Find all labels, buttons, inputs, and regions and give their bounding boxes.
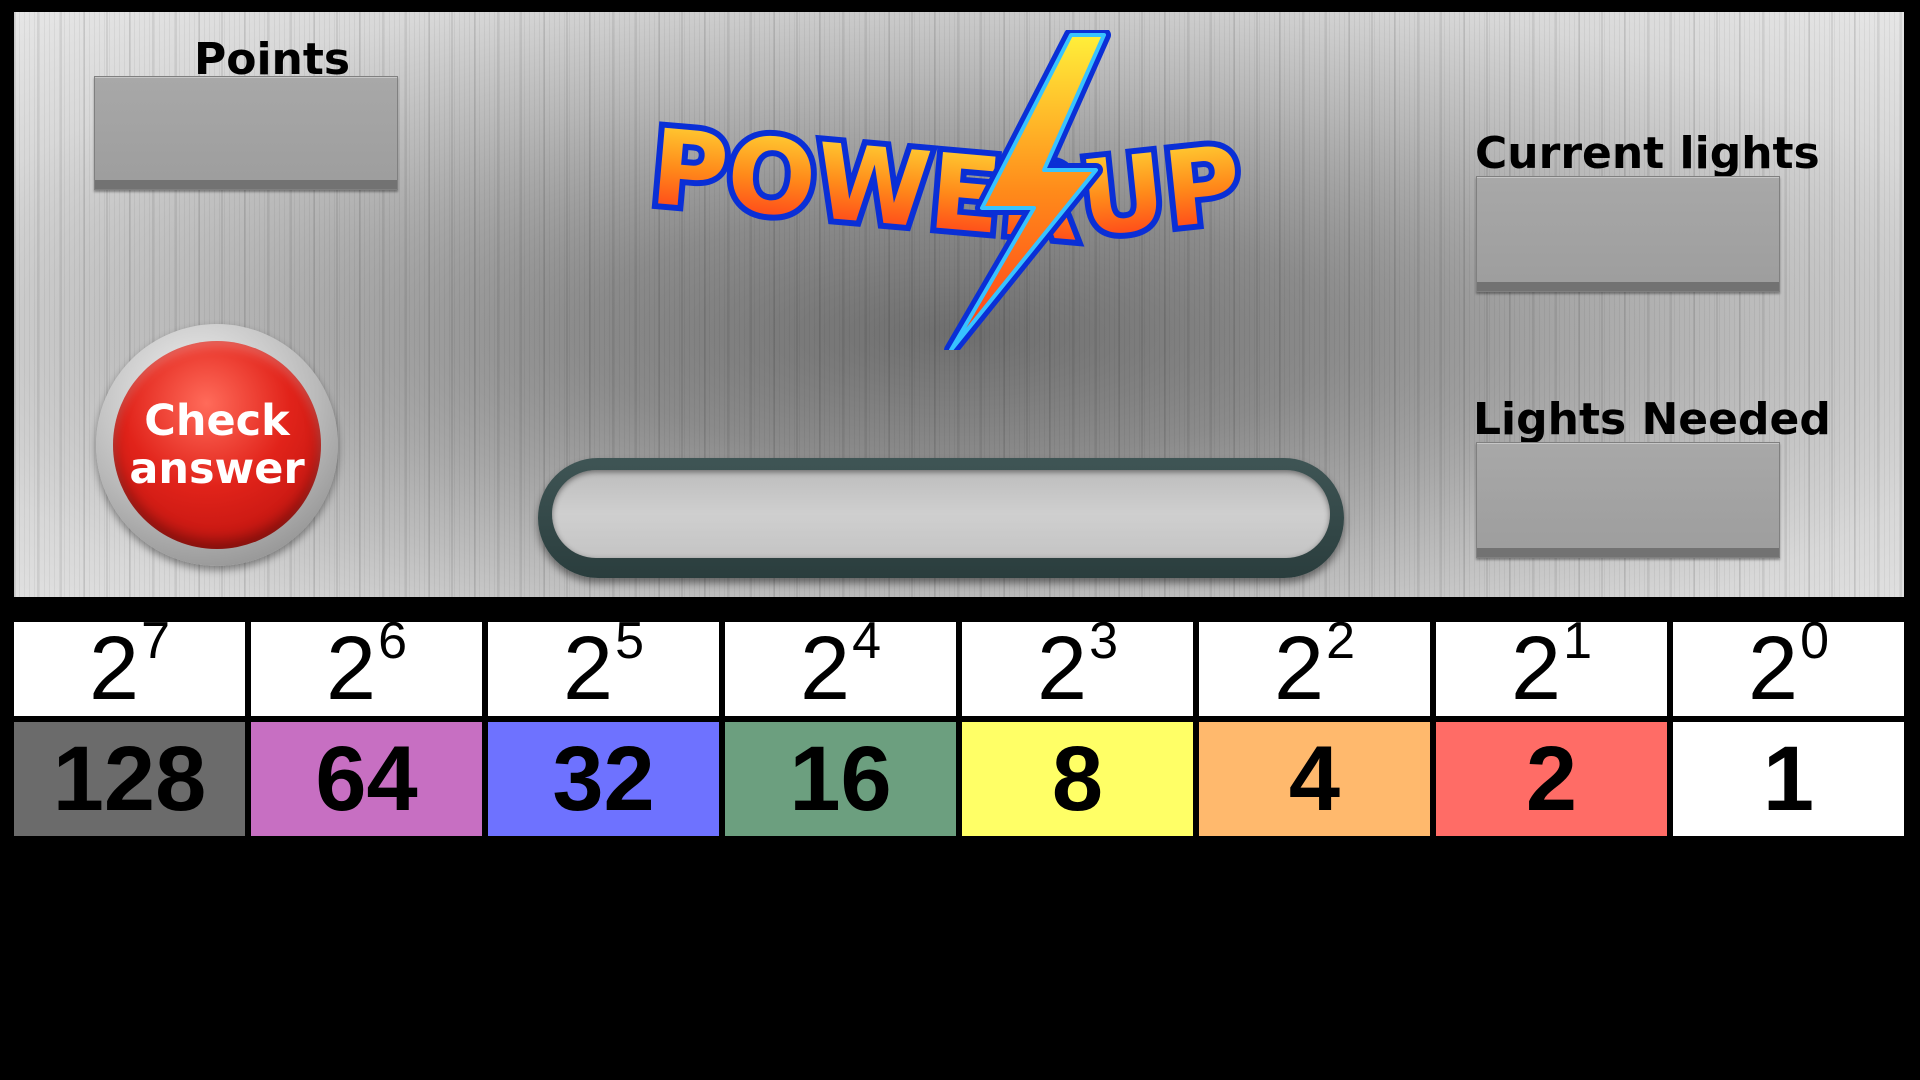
power-base: 2 — [1037, 618, 1088, 719]
place-value-cell[interactable]: 16 — [725, 722, 956, 836]
answer-slot-window — [552, 470, 1330, 558]
binary-column: 2 4 16 — [725, 612, 956, 840]
power-of-two-cell: 22 — [1199, 612, 1430, 719]
power-of-two-cell: 21 — [1436, 612, 1667, 719]
place-value-cell[interactable]: 128 — [14, 722, 245, 836]
power-exponent: 1 — [1563, 612, 1592, 670]
power-exponent: 6 — [378, 612, 407, 670]
logo-text-up: UP — [1074, 122, 1247, 260]
binary-place-value-table: 2 7 128 2 6 64 2 5 32 2 4 16 2 3 8 2 2 4 2 1 2 2 0 1 — [14, 612, 1904, 840]
power-exponent: 2 — [1326, 612, 1355, 670]
power-of-two-cell: 20 — [1673, 612, 1904, 719]
power-base: 2 — [563, 618, 614, 719]
power-of-two-cell: 26 — [251, 612, 482, 719]
power-of-two-cell: 25 — [488, 612, 719, 719]
binary-column: 2 5 32 — [488, 612, 719, 840]
check-answer-label-line2: answer — [129, 444, 305, 494]
place-value-cell[interactable]: 64 — [251, 722, 482, 836]
check-answer-button[interactable]: Check answer — [96, 324, 338, 566]
power-base: 2 — [326, 618, 377, 719]
place-value-cell[interactable]: 4 — [1199, 722, 1430, 836]
power-of-two-cell: 23 — [962, 612, 1193, 719]
points-display — [94, 76, 398, 190]
binary-column: 224 — [1199, 612, 1430, 840]
place-value-cell[interactable]: 1 — [1673, 722, 1904, 836]
power-base: 2 — [800, 618, 851, 719]
check-answer-label-line1: Check — [144, 396, 290, 446]
current-lights-label: Current lights — [1475, 128, 1820, 179]
binary-column: 2 7 128 — [14, 612, 245, 840]
power-up-logo: POWER UP — [640, 30, 1253, 350]
power-of-two-cell: 27 — [14, 612, 245, 719]
answer-slot — [538, 458, 1344, 578]
power-of-two-cell: 24 — [725, 612, 956, 719]
binary-column: 201 — [1673, 612, 1904, 840]
power-base: 2 — [1748, 618, 1799, 719]
power-exponent: 7 — [141, 612, 170, 670]
metal-control-panel: Points Current lights Lights Needed Chec… — [14, 12, 1904, 597]
power-exponent: 3 — [1089, 612, 1118, 670]
lights-needed-label: Lights Needed — [1473, 394, 1831, 445]
check-answer-button-face[interactable]: Check answer — [113, 341, 321, 549]
current-lights-display — [1476, 176, 1780, 292]
power-base: 2 — [89, 618, 140, 719]
binary-column: 2 6 64 — [251, 612, 482, 840]
power-exponent: 0 — [1800, 612, 1829, 670]
power-base: 2 — [1511, 618, 1562, 719]
binary-column: 212 — [1436, 612, 1667, 840]
lights-needed-display — [1476, 442, 1780, 558]
place-value-cell[interactable]: 2 — [1436, 722, 1667, 836]
power-exponent: 5 — [615, 612, 644, 670]
binary-column: 238 — [962, 612, 1193, 840]
power-exponent: 4 — [852, 612, 881, 670]
place-value-cell[interactable]: 8 — [962, 722, 1193, 836]
game-screen: Points Current lights Lights Needed Chec… — [0, 0, 1920, 1080]
place-value-cell[interactable]: 32 — [488, 722, 719, 836]
power-base: 2 — [1274, 618, 1325, 719]
